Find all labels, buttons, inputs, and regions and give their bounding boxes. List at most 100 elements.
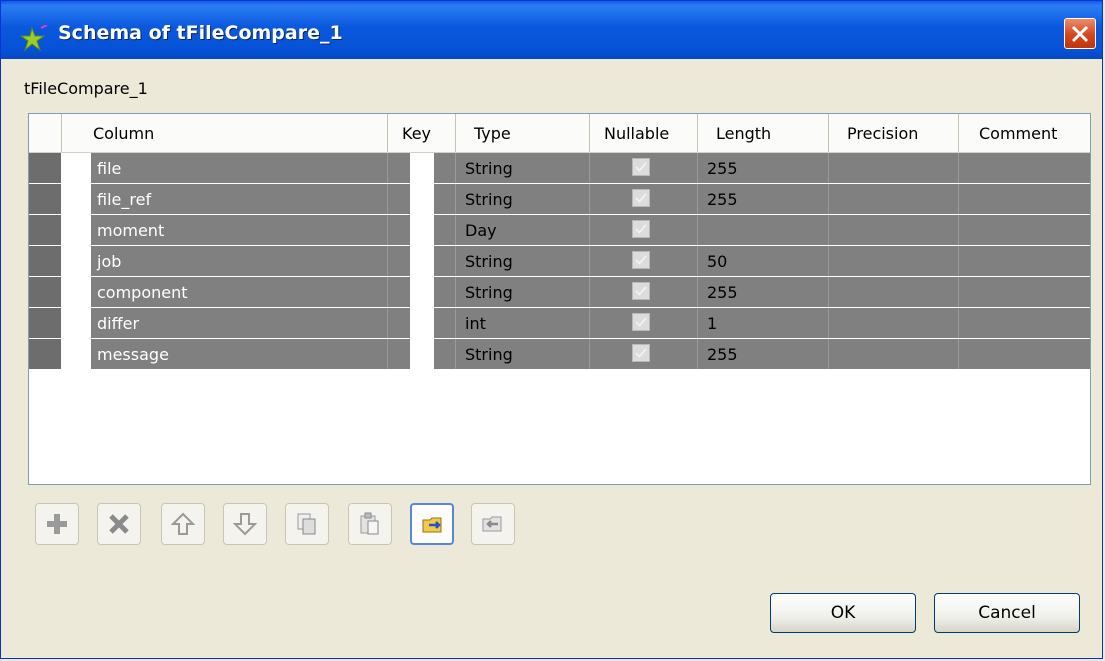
header-comment[interactable]: Comment bbox=[959, 114, 1090, 152]
nullable-checkbox[interactable] bbox=[632, 344, 650, 362]
paste-icon bbox=[360, 512, 379, 535]
row-indicator bbox=[61, 153, 91, 183]
cell-precision[interactable] bbox=[829, 339, 959, 369]
key-checkbox[interactable] bbox=[410, 246, 434, 276]
cell-comment[interactable] bbox=[959, 308, 1090, 338]
row-indicator bbox=[61, 184, 91, 214]
import-schema-button[interactable] bbox=[471, 503, 515, 545]
title-bar[interactable]: Schema of tFileCompare_1 bbox=[1, 1, 1102, 59]
key-checkbox[interactable] bbox=[410, 339, 434, 369]
cell-comment[interactable] bbox=[959, 153, 1090, 183]
cell-type[interactable]: String bbox=[456, 184, 590, 214]
key-checkbox[interactable] bbox=[410, 308, 434, 338]
row-selector[interactable] bbox=[29, 339, 61, 369]
cell-comment[interactable] bbox=[959, 215, 1090, 245]
component-label: tFileCompare_1 bbox=[24, 79, 148, 98]
cell-length[interactable]: 255 bbox=[698, 153, 829, 183]
header-row-select[interactable] bbox=[29, 114, 62, 152]
cell-column[interactable]: moment bbox=[91, 215, 388, 245]
row-indicator bbox=[61, 277, 91, 307]
cell-comment[interactable] bbox=[959, 246, 1090, 276]
row-indicator bbox=[61, 215, 91, 245]
key-checkbox[interactable] bbox=[410, 215, 434, 245]
row-selector[interactable] bbox=[29, 184, 61, 214]
cell-precision[interactable] bbox=[829, 184, 959, 214]
cell-length[interactable] bbox=[698, 215, 829, 245]
cell-type[interactable]: Day bbox=[456, 215, 590, 245]
header-length[interactable]: Length bbox=[698, 114, 829, 152]
cell-type[interactable]: String bbox=[456, 277, 590, 307]
row-selector[interactable] bbox=[29, 308, 61, 338]
export-schema-button[interactable] bbox=[410, 503, 454, 545]
cell-column[interactable]: differ bbox=[91, 308, 388, 338]
check-icon bbox=[635, 348, 647, 358]
row-indicator bbox=[61, 308, 91, 338]
cell-length[interactable]: 255 bbox=[698, 277, 829, 307]
table-row[interactable]: differ int 1 bbox=[29, 308, 1090, 339]
check-icon bbox=[635, 162, 647, 172]
cell-type[interactable]: String bbox=[456, 153, 590, 183]
cell-type[interactable]: String bbox=[456, 339, 590, 369]
close-button[interactable] bbox=[1064, 18, 1096, 49]
row-selector[interactable] bbox=[29, 153, 61, 183]
cell-precision[interactable] bbox=[829, 277, 959, 307]
key-checkbox[interactable] bbox=[410, 153, 434, 183]
cell-column[interactable]: message bbox=[91, 339, 388, 369]
row-selector[interactable] bbox=[29, 246, 61, 276]
cancel-button[interactable]: Cancel bbox=[934, 593, 1080, 633]
header-column[interactable]: Column bbox=[62, 114, 388, 152]
header-precision[interactable]: Precision bbox=[829, 114, 959, 152]
remove-row-button[interactable] bbox=[97, 503, 141, 545]
cell-length[interactable]: 50 bbox=[698, 246, 829, 276]
cell-precision[interactable] bbox=[829, 308, 959, 338]
copy-button[interactable] bbox=[285, 503, 329, 545]
header-nullable[interactable]: Nullable bbox=[590, 114, 698, 152]
move-up-button[interactable] bbox=[161, 503, 205, 545]
cell-type[interactable]: String bbox=[456, 246, 590, 276]
schema-table[interactable]: Column Key Type Nullable Length Precisio… bbox=[28, 113, 1091, 485]
nullable-checkbox[interactable] bbox=[632, 282, 650, 300]
cell-length[interactable]: 255 bbox=[698, 184, 829, 214]
key-checkbox[interactable] bbox=[410, 184, 434, 214]
add-row-button[interactable] bbox=[35, 503, 79, 545]
table-row[interactable]: component String 255 bbox=[29, 277, 1090, 308]
cell-precision[interactable] bbox=[829, 246, 959, 276]
cell-length[interactable]: 1 bbox=[698, 308, 829, 338]
cell-column[interactable]: job bbox=[91, 246, 388, 276]
table-row[interactable]: message String 255 bbox=[29, 339, 1090, 370]
table-row[interactable]: moment Day bbox=[29, 215, 1090, 246]
nullable-checkbox[interactable] bbox=[632, 158, 650, 176]
nullable-checkbox[interactable] bbox=[632, 220, 650, 238]
move-down-icon bbox=[233, 513, 257, 536]
ok-button[interactable]: OK bbox=[770, 593, 916, 633]
move-down-button[interactable] bbox=[223, 503, 267, 545]
header-type[interactable]: Type bbox=[456, 114, 590, 152]
cell-type[interactable]: int bbox=[456, 308, 590, 338]
cell-column[interactable]: component bbox=[91, 277, 388, 307]
cell-column[interactable]: file_ref bbox=[91, 184, 388, 214]
table-row[interactable]: file String 255 bbox=[29, 153, 1090, 184]
key-checkbox[interactable] bbox=[410, 277, 434, 307]
close-icon bbox=[1071, 25, 1089, 43]
cell-column[interactable]: file bbox=[91, 153, 388, 183]
cell-comment[interactable] bbox=[959, 184, 1090, 214]
nullable-checkbox[interactable] bbox=[632, 251, 650, 269]
table-header: Column Key Type Nullable Length Precisio… bbox=[29, 114, 1090, 153]
row-indicator bbox=[61, 246, 91, 276]
add-icon bbox=[47, 514, 67, 534]
check-icon bbox=[635, 224, 647, 234]
cell-length[interactable]: 255 bbox=[698, 339, 829, 369]
paste-button[interactable] bbox=[348, 503, 392, 545]
table-row[interactable]: file_ref String 255 bbox=[29, 184, 1090, 215]
cell-precision[interactable] bbox=[829, 215, 959, 245]
table-row[interactable]: job String 50 bbox=[29, 246, 1090, 277]
header-key[interactable]: Key bbox=[388, 114, 456, 152]
cell-precision[interactable] bbox=[829, 153, 959, 183]
row-selector[interactable] bbox=[29, 215, 61, 245]
row-selector[interactable] bbox=[29, 277, 61, 307]
nullable-checkbox[interactable] bbox=[632, 189, 650, 207]
cell-comment[interactable] bbox=[959, 277, 1090, 307]
window-title: Schema of tFileCompare_1 bbox=[58, 22, 343, 44]
nullable-checkbox[interactable] bbox=[632, 313, 650, 331]
cell-comment[interactable] bbox=[959, 339, 1090, 369]
